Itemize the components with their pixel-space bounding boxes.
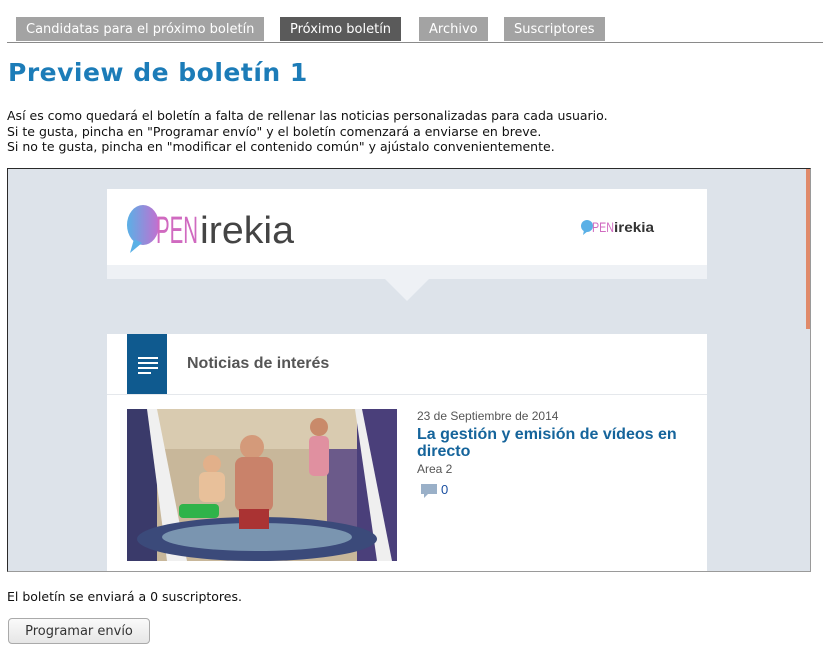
tab-candidatas[interactable]: Candidatas para el próximo boletín [16, 17, 265, 41]
preview-scrollbar[interactable] [806, 169, 810, 329]
svg-text:irekia: irekia [614, 219, 654, 235]
news-thumbnail[interactable] [127, 409, 397, 561]
svg-text:PEN: PEN [156, 210, 198, 252]
intro-text: Así es como quedará el boletín a falta d… [7, 108, 608, 155]
intro-line-3: Si no te gusta, pincha en "modificar el … [7, 139, 555, 154]
intro-line-2: Si te gusta, pincha en "Programar envío"… [7, 123, 542, 139]
news-headline-link[interactable]: La gestión y emisión de vídeos en direct… [417, 426, 697, 460]
svg-text:PEN: PEN [592, 219, 614, 235]
subscribers-info: El boletín se enviará a 0 suscriptores. [7, 589, 242, 604]
intro-line-1: Así es como quedará el boletín a falta d… [7, 108, 608, 123]
comment-icon [421, 483, 437, 498]
page-title: Preview de boletín 1 [8, 58, 308, 87]
header-strip [107, 265, 707, 279]
news-section-header: Noticias de interés [107, 334, 707, 395]
tab-proximo-boletin[interactable]: Próximo boletín [280, 17, 402, 41]
news-area: Area 2 [417, 462, 453, 476]
header-notch [385, 279, 429, 301]
news-date: 23 de Septiembre de 2014 [417, 409, 559, 423]
tab-suscriptores[interactable]: Suscriptores [504, 17, 605, 41]
news-comments-count: 0 [441, 482, 449, 497]
openirekia-logo: PEN irekia [127, 205, 295, 253]
news-section-title: Noticias de interés [187, 355, 330, 372]
svg-text:irekia: irekia [200, 210, 295, 252]
tab-archivo[interactable]: Archivo [419, 17, 488, 41]
news-comments-link[interactable]: 0 [421, 482, 448, 498]
openirekia-logo-small: PEN irekia [581, 219, 654, 235]
newsletter-preview-frame[interactable]: PEN irekia PEN irekia Noticias de interé… [7, 168, 811, 572]
schedule-send-button[interactable]: Programar envío [8, 618, 150, 644]
news-section-card: Noticias de interés 23 de Septiembre de … [107, 334, 707, 571]
tab-bar: Candidatas para el próximo boletín Próxi… [7, 16, 823, 43]
list-icon [127, 334, 167, 394]
